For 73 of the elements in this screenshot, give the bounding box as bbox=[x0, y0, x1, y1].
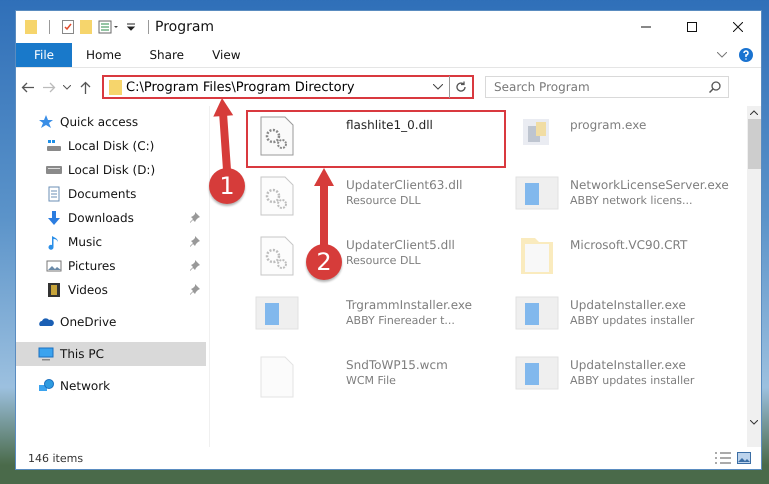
file-name[interactable]: Microsoft.VC90.CRT bbox=[570, 238, 688, 252]
file-type: Resource DLL bbox=[346, 194, 422, 207]
pictures-icon bbox=[46, 258, 62, 274]
file-icon bbox=[260, 356, 294, 398]
file-name[interactable]: SndToWP15.wcm bbox=[346, 358, 448, 372]
file-type: ABBY updates installer bbox=[570, 314, 694, 327]
ribbon-tab[interactable]: Home bbox=[72, 43, 136, 67]
installer-icon bbox=[515, 296, 559, 330]
scroll-up-icon[interactable] bbox=[750, 110, 758, 115]
close-icon[interactable] bbox=[733, 22, 743, 32]
dropdown-icon bbox=[126, 22, 136, 32]
sidebar-item[interactable]: OneDrive bbox=[16, 310, 206, 334]
file-name[interactable]: UpdateInstaller.exe bbox=[570, 358, 694, 372]
sidebar-item[interactable]: Local Disk (D:) bbox=[16, 158, 206, 182]
documents-icon bbox=[46, 186, 62, 202]
file-name[interactable]: UpdateInstaller.exe bbox=[570, 298, 694, 312]
file-name[interactable]: UpdaterClient5.dll bbox=[346, 238, 455, 252]
sidebar-item[interactable]: Network bbox=[16, 374, 206, 398]
file-name[interactable]: flashlite1_0.dll bbox=[346, 118, 433, 132]
file-type: Resource DLL bbox=[346, 254, 422, 267]
refresh-icon[interactable] bbox=[455, 81, 467, 93]
address-bar[interactable]: C:\Program Files\Program Directory bbox=[102, 75, 474, 99]
ribbon-tab[interactable]: Share bbox=[135, 43, 198, 67]
installer-icon bbox=[255, 296, 299, 330]
item-count: 146 items bbox=[28, 452, 84, 464]
chevron-icon[interactable] bbox=[717, 52, 727, 58]
thumbnail-view-icon[interactable] bbox=[737, 452, 751, 464]
file-type: ABBY updates installer bbox=[570, 374, 694, 387]
network-icon bbox=[38, 378, 54, 394]
file-name[interactable]: UpdaterClient63.dll bbox=[346, 178, 463, 192]
sidebar-item[interactable]: Quick access bbox=[16, 110, 206, 134]
search-field[interactable]: Search Program bbox=[485, 76, 729, 98]
downloads-icon bbox=[46, 210, 62, 226]
file-type: WCM File bbox=[346, 374, 397, 387]
installer-icon bbox=[515, 356, 559, 390]
file-name[interactable]: NetworkLicenseServer.exe bbox=[570, 178, 729, 192]
recent-icon[interactable] bbox=[63, 84, 71, 90]
scroll-down-icon[interactable] bbox=[750, 420, 758, 425]
sidebar-item[interactable]: Videos bbox=[16, 278, 206, 302]
back-icon[interactable] bbox=[20, 82, 34, 92]
up-icon[interactable] bbox=[80, 80, 90, 94]
sidebar-item[interactable]: This PC bbox=[16, 342, 206, 366]
videos-icon bbox=[46, 282, 62, 298]
folder-icon bbox=[109, 80, 122, 94]
customize-icon bbox=[98, 20, 120, 34]
sidebar-item[interactable]: Music bbox=[16, 230, 206, 254]
gear-file-icon bbox=[260, 236, 294, 276]
maximize-icon[interactable] bbox=[687, 22, 697, 32]
dropdown-icon[interactable] bbox=[433, 84, 443, 90]
sidebar-item[interactable]: Pictures bbox=[16, 254, 206, 278]
properties-icon bbox=[62, 20, 74, 34]
star-icon bbox=[38, 114, 54, 130]
sidebar-item[interactable]: Documents bbox=[16, 182, 206, 206]
gear-file-icon bbox=[260, 116, 294, 156]
folder-icon bbox=[25, 20, 37, 34]
file-type: ABBY Finereader t... bbox=[346, 314, 456, 327]
search-icon bbox=[709, 81, 721, 93]
file-name[interactable]: program.exe bbox=[570, 118, 646, 132]
help-icon[interactable] bbox=[739, 48, 753, 62]
file-menu-button[interactable]: File bbox=[16, 43, 72, 67]
pc-icon bbox=[38, 346, 54, 362]
gear-file-icon bbox=[260, 176, 294, 216]
drive-win-icon bbox=[46, 138, 62, 154]
installer-icon bbox=[515, 176, 559, 210]
scrollbar-thumb[interactable] bbox=[748, 119, 760, 169]
sidebar-item[interactable]: Downloads bbox=[16, 206, 206, 230]
sidebar-item[interactable]: Local Disk (C:) bbox=[16, 134, 206, 158]
ribbon-tab[interactable]: View bbox=[198, 43, 255, 67]
file-type: ABBY network licens... bbox=[570, 194, 694, 207]
details-view-icon[interactable] bbox=[715, 452, 731, 464]
folder-icon bbox=[520, 236, 554, 276]
file-name[interactable]: TrgrammInstaller.exe bbox=[346, 298, 472, 312]
window-title: Program bbox=[155, 19, 216, 35]
